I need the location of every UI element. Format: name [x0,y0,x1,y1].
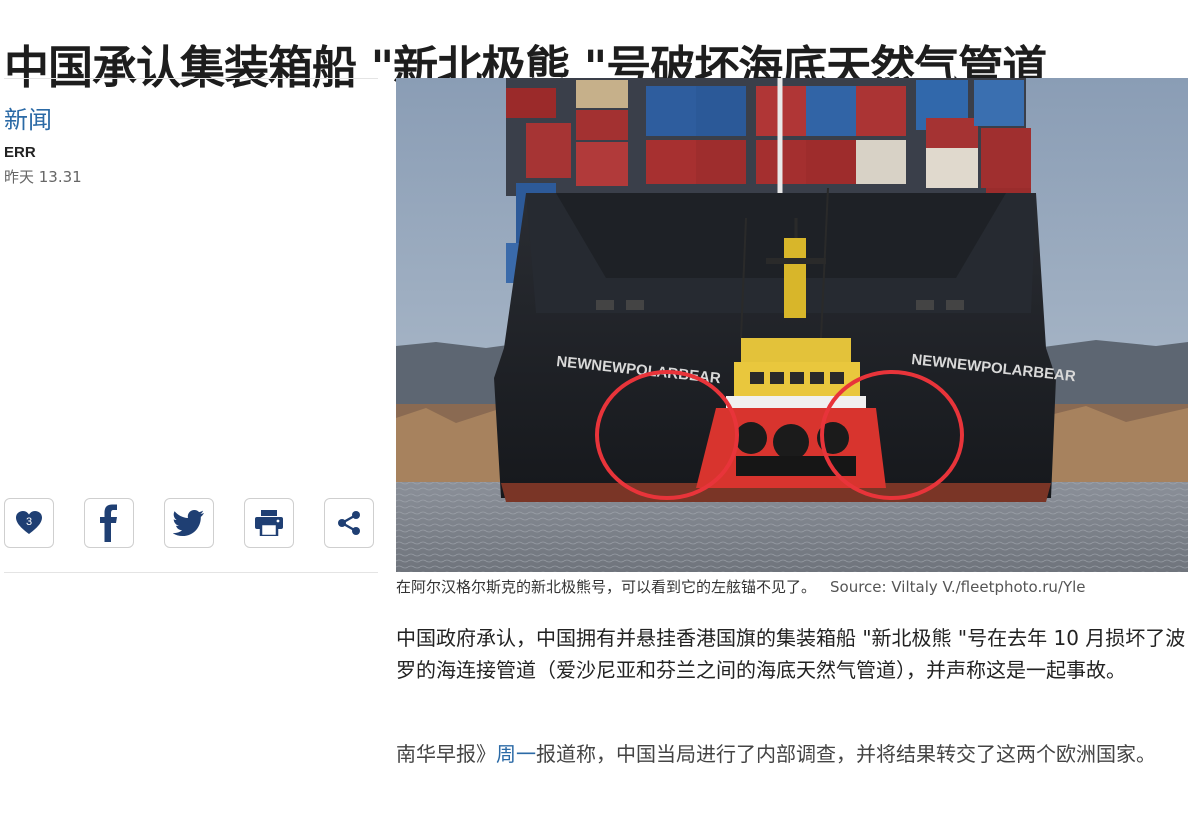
publish-time: 昨天 13.31 [4,168,82,186]
like-button[interactable]: 3 [4,498,54,548]
facebook-icon [100,504,117,542]
share-icon [338,511,360,535]
caption-text: 在阿尔汉格尔斯克的新北极熊号，可以看到它的左舷锚不见了。 [396,578,817,596]
article-paragraph: 中国政府承认，中国拥有并悬挂香港国旗的集装箱船 "新北极熊 "号在去年 10 月… [396,626,1186,682]
share-toolbar: 3 [4,498,378,550]
container-ship-tugboat-image: NEWNEWPOLARBEAR NEWNEWPOLARBEAR [396,78,1188,572]
facebook-share-button[interactable] [84,498,134,548]
divider [4,78,378,79]
twitter-share-button[interactable] [164,498,214,548]
photo-caption: 在阿尔汉格尔斯克的新北极熊号，可以看到它的左舷锚不见了。 Source: Vilt… [396,577,1196,597]
article-photo: NEWNEWPOLARBEAR NEWNEWPOLARBEAR [396,78,1188,572]
heart-icon: 3 [16,511,42,534]
paragraph-prefix: 南华早报》 [396,742,496,766]
print-button[interactable] [244,498,294,548]
inline-link[interactable]: 周一 [496,742,536,766]
divider [4,572,378,573]
share-button[interactable] [324,498,374,548]
like-count: 3 [26,516,32,528]
paragraph-rest: 报道称，中国当局进行了内部调查，并将结果转交了这两个欧洲国家。 [536,742,1156,766]
print-icon [255,510,283,536]
article-paragraph: 南华早报》周一报道称，中国当局进行了内部调查，并将结果转交了这两个欧洲国家。 [396,738,1196,770]
category-link[interactable]: 新闻 [4,100,52,135]
author-name: ERR [4,144,36,161]
caption-source: Source: Viltaly V./fleetphoto.ru/Yle [830,578,1086,596]
twitter-icon [173,510,204,536]
article-meta-sidebar: 新闻 ERR 昨天 13.31 3 [0,78,378,578]
